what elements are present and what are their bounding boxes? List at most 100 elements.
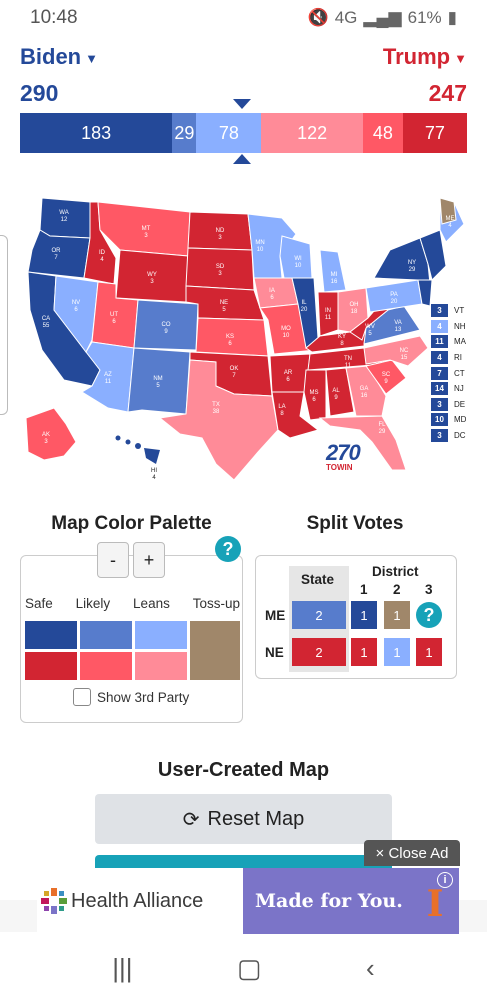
small-state-label: MD xyxy=(454,415,467,425)
swatch-tossup[interactable] xyxy=(190,621,240,680)
candidate-right-dropdown[interactable]: Trump ▼ xyxy=(383,44,467,70)
ne-district-1-cell[interactable]: 1 xyxy=(351,638,377,666)
caret-down-icon: ▼ xyxy=(85,50,98,66)
ev-segment-4[interactable]: 48 xyxy=(362,113,403,153)
ne-state-cell[interactable]: 2 xyxy=(292,638,346,666)
state-ia[interactable] xyxy=(253,277,299,309)
ne-district-3-cell[interactable]: 1 xyxy=(416,638,442,666)
swatch-dem-leans[interactable] xyxy=(135,621,187,649)
health-alliance-logo-icon xyxy=(41,888,67,914)
ev-segment-3[interactable]: 122 xyxy=(261,113,363,153)
small-state-nh[interactable]: 4 NH xyxy=(431,319,466,335)
state-label-wa: WA xyxy=(59,210,68,216)
split-row-me-label: ME xyxy=(265,608,286,623)
small-state-ma[interactable]: 11 MA xyxy=(431,334,466,350)
state-label-ms: MS xyxy=(310,390,319,396)
third-party-checkbox[interactable] xyxy=(73,688,91,706)
side-drawer-handle[interactable] xyxy=(0,235,8,415)
state-label-mt: MT xyxy=(142,226,151,232)
swatch-rep-leans[interactable] xyxy=(135,652,187,680)
ev-segment-2[interactable]: 78 xyxy=(196,113,262,153)
state-ev-wi: 10 xyxy=(295,263,302,269)
state-label-ks: KS xyxy=(226,334,234,340)
state-label-al: AL xyxy=(332,388,340,394)
state-ev-nc: 15 xyxy=(401,355,408,361)
state-or[interactable] xyxy=(27,229,91,279)
state-label-va: VA xyxy=(394,320,402,326)
state-mi[interactable] xyxy=(319,249,347,293)
state-hi[interactable] xyxy=(115,435,161,465)
small-state-ev: 3 xyxy=(431,397,448,411)
small-state-ev: 4 xyxy=(431,351,448,365)
small-state-ev: 11 xyxy=(431,335,448,349)
small-state-ev: 4 xyxy=(431,319,448,333)
decrease-button[interactable]: - xyxy=(97,542,129,578)
small-state-nj[interactable]: 14 NJ xyxy=(431,381,466,397)
swatch-rep-likely[interactable] xyxy=(80,652,132,680)
back-icon[interactable]: ‹ xyxy=(366,953,375,984)
recent-apps-icon[interactable]: ||| xyxy=(112,953,132,984)
caret-down-icon: ▼ xyxy=(454,50,467,66)
state-ev-wa: 12 xyxy=(61,217,68,223)
me-district-2-cell[interactable]: 1 xyxy=(384,601,410,629)
reset-map-label: Reset Map xyxy=(207,807,305,830)
state-ev-mi: 16 xyxy=(331,279,338,285)
state-ev-az: 11 xyxy=(105,379,112,385)
system-nav-bar: ||| ▢ ‹ xyxy=(0,937,487,1000)
battery-level: 61% xyxy=(407,8,442,27)
swatch-dem-likely[interactable] xyxy=(80,621,132,649)
small-state-ct[interactable]: 7 CT xyxy=(431,365,466,381)
signal-icon: ▂▄▆ xyxy=(363,8,402,27)
small-state-label: NH xyxy=(454,321,466,331)
district-3-header: 3 xyxy=(425,582,433,597)
candidate-left-dropdown[interactable]: Biden ▼ xyxy=(20,44,98,70)
state-label-az: AZ xyxy=(104,372,112,378)
state-ev-fl: 29 xyxy=(379,429,386,435)
state-label-in: IN xyxy=(325,308,331,314)
me-state-cell[interactable]: 2 xyxy=(292,601,346,629)
swatch-dem-safe[interactable] xyxy=(25,621,77,649)
split-help-icon[interactable]: ? xyxy=(416,602,442,628)
state-label-wv: WV xyxy=(365,324,375,330)
district-column-header: District xyxy=(372,564,419,579)
state-label-or: OR xyxy=(52,248,62,254)
close-ad-button[interactable]: × Close Ad xyxy=(364,840,460,866)
ne-district-2-cell[interactable]: 1 xyxy=(384,638,410,666)
state-ev-ny: 29 xyxy=(409,267,416,273)
increase-button[interactable]: + xyxy=(133,542,165,578)
show-third-party-toggle[interactable]: Show 3rd Party xyxy=(73,688,189,706)
small-state-vt[interactable]: 3 VT xyxy=(431,303,466,319)
small-state-dc[interactable]: 3 DC xyxy=(431,428,466,444)
state-ev-va: 13 xyxy=(395,327,402,333)
me-district-1-cell[interactable]: 1 xyxy=(351,601,377,629)
small-state-de[interactable]: 3 DE xyxy=(431,397,466,413)
small-state-ev: 3 xyxy=(431,429,448,443)
home-icon[interactable]: ▢ xyxy=(237,953,262,984)
state-ak[interactable] xyxy=(25,407,77,461)
ad-tagline: Made for You. xyxy=(255,890,403,912)
ad-info-icon[interactable]: i xyxy=(437,872,453,888)
split-votes-title: Split Votes xyxy=(306,513,404,534)
swatch-rep-safe[interactable] xyxy=(25,652,77,680)
state-label-nv: NV xyxy=(72,300,80,306)
palette-help-icon[interactable]: ? xyxy=(215,536,241,562)
reset-map-button[interactable]: ⟳ Reset Map xyxy=(95,794,392,844)
state-column-header: State xyxy=(301,572,335,587)
small-state-label: CT xyxy=(454,368,465,378)
ev-segment-1[interactable]: 29 xyxy=(172,113,197,153)
electoral-vote-bar: 183 29 78 122 48 77 xyxy=(20,113,467,153)
state-ev-tn: 11 xyxy=(345,363,352,369)
small-state-label: MA xyxy=(454,337,466,347)
ev-segment-5[interactable]: 77 xyxy=(402,113,467,153)
small-state-ri[interactable]: 4 RI xyxy=(431,350,466,366)
state-ev-mo: 10 xyxy=(283,333,290,339)
state-label-tn: TN xyxy=(344,356,352,362)
small-state-md[interactable]: 10 MD xyxy=(431,412,466,428)
candidate-left-total: 290 xyxy=(20,80,59,106)
ev-segment-0[interactable]: 183 xyxy=(20,113,173,153)
advertisement-banner[interactable]: Health Alliance Made for You. I i xyxy=(37,868,459,934)
palette-label-leans: Leans xyxy=(133,596,170,611)
candidate-right-total: 247 xyxy=(428,80,467,106)
state-in[interactable] xyxy=(317,291,339,337)
state-ev-in: 11 xyxy=(325,315,332,321)
